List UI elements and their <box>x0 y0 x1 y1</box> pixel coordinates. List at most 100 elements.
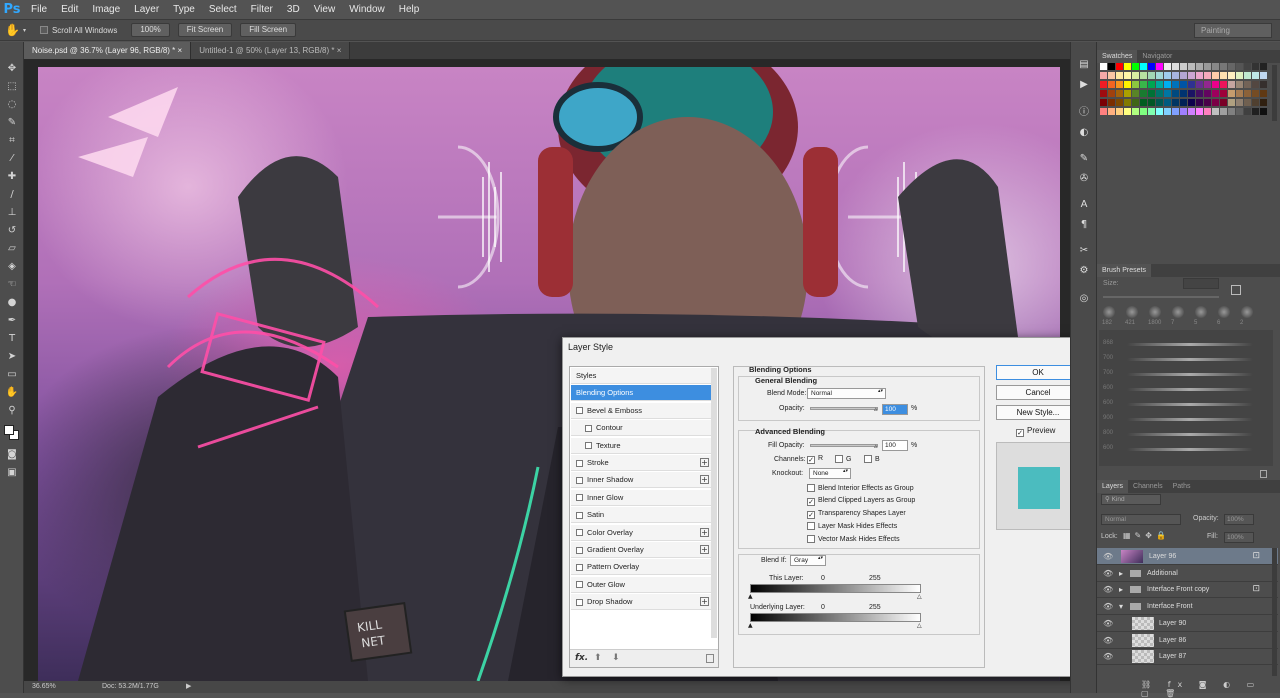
color-swatch[interactable] <box>1156 90 1163 97</box>
adjustments-icon[interactable]: ◐ <box>1077 126 1091 140</box>
color-swatch[interactable] <box>1108 108 1115 115</box>
tab-noise-psd[interactable]: Noise.psd @ 36.7% (Layer 96, RGB/8) * × <box>24 42 192 59</box>
tool-preset-dropdown-icon[interactable]: ▾ <box>23 27 26 34</box>
menu-edit[interactable]: Edit <box>54 0 85 19</box>
move-up-icon[interactable]: ⬆ <box>594 653 602 663</box>
add-style-icon[interactable]: + <box>700 527 709 537</box>
style-color-overlay[interactable]: Color Overlay + <box>571 524 711 541</box>
this-layer-gradient[interactable] <box>750 584 921 593</box>
color-swatch[interactable] <box>1220 72 1227 79</box>
add-style-icon[interactable]: + <box>700 458 709 467</box>
fill-opacity-slider-thumb[interactable]: ▵ <box>874 443 881 450</box>
color-swatch[interactable] <box>1140 72 1147 79</box>
lock-icons[interactable]: ▦✎✥🔒 <box>1123 531 1170 540</box>
color-swatch[interactable] <box>1260 81 1267 88</box>
layers-scrollbar[interactable] <box>1272 548 1277 676</box>
color-swatch[interactable] <box>1100 72 1107 79</box>
menu-help[interactable]: Help <box>392 0 427 19</box>
style-inner-shadow[interactable]: Inner Shadow + <box>571 472 711 489</box>
style-checkbox[interactable] <box>585 424 592 432</box>
eyedropper-tool-icon[interactable]: ⁄ <box>5 152 19 165</box>
menu-filter[interactable]: Filter <box>244 0 280 19</box>
menu-view[interactable]: View <box>307 0 343 19</box>
blend-mode-select[interactable]: Normal <box>807 388 886 399</box>
menu-window[interactable]: Window <box>342 0 392 19</box>
new-style-button[interactable]: New Style... <box>996 405 1080 420</box>
color-swatch[interactable] <box>1164 72 1171 79</box>
option-transparency-shapes-layer-checkbox[interactable]: ✓ Transparency Shapes Layer <box>807 510 906 519</box>
color-swatch[interactable] <box>1140 90 1147 97</box>
color-swatch[interactable] <box>1132 81 1139 88</box>
color-swatch[interactable] <box>1252 108 1259 115</box>
style-checkbox[interactable] <box>576 598 583 606</box>
swatches-scrollbar[interactable] <box>1272 65 1277 121</box>
color-swatch[interactable] <box>1100 90 1107 97</box>
clone-stamp-tool-icon[interactable]: ⊥ <box>5 206 19 219</box>
history-icon[interactable]: ▤ <box>1077 58 1091 72</box>
color-swatch[interactable] <box>1116 72 1123 79</box>
color-swatch[interactable] <box>1204 90 1211 97</box>
collapse-arrow-icon[interactable]: ▸ <box>1119 581 1123 598</box>
brush-new-icon[interactable] <box>1231 285 1241 295</box>
color-swatch[interactable] <box>1140 99 1147 106</box>
visibility-eye-icon[interactable]: 👁 <box>1103 548 1113 565</box>
color-swatch[interactable] <box>1100 99 1107 106</box>
brush-stroke-preview[interactable] <box>1127 433 1253 436</box>
swatch-grid[interactable] <box>1100 63 1268 121</box>
color-swatch[interactable] <box>1148 108 1155 115</box>
brush-stroke-preview[interactable] <box>1127 358 1253 361</box>
color-swatch[interactable] <box>1260 63 1267 70</box>
color-swatch[interactable] <box>1236 72 1243 79</box>
visibility-eye-icon[interactable]: 👁 <box>1103 632 1113 649</box>
tab-layers[interactable]: Layers <box>1097 480 1129 493</box>
color-swatch[interactable] <box>1148 63 1155 70</box>
color-swatch[interactable] <box>1140 108 1147 115</box>
color-swatch[interactable] <box>1116 63 1123 70</box>
knockout-select[interactable]: None <box>809 468 851 479</box>
color-swatch[interactable] <box>1124 108 1131 115</box>
pen-tool-icon[interactable]: ✒ <box>5 314 19 327</box>
color-swatch[interactable] <box>1204 63 1211 70</box>
brush-tip-preset[interactable] <box>1172 306 1184 318</box>
color-swatch[interactable] <box>1252 72 1259 79</box>
color-swatch[interactable] <box>1100 108 1107 115</box>
color-swatch[interactable] <box>1260 90 1267 97</box>
color-swatch[interactable] <box>1148 90 1155 97</box>
brush-size-slider[interactable] <box>1103 296 1219 298</box>
style-blending-options[interactable]: Blending Options <box>571 385 711 402</box>
add-style-icon[interactable]: + <box>700 545 709 554</box>
tab-swatches[interactable]: Swatches <box>1097 50 1138 63</box>
brush-stroke-preview[interactable] <box>1127 373 1253 376</box>
brush-tip-preset[interactable] <box>1126 306 1138 318</box>
style-checkbox[interactable] <box>585 442 592 450</box>
brush-tip-preset[interactable] <box>1241 306 1253 318</box>
color-swatch[interactable] <box>1260 72 1267 79</box>
styles-icon[interactable]: ⚙ <box>1077 264 1091 278</box>
fill-opacity-slider[interactable] <box>810 444 878 447</box>
color-swatch[interactable] <box>1116 90 1123 97</box>
fit-screen-button[interactable]: Fit Screen <box>177 23 233 37</box>
trash-icon[interactable] <box>706 654 714 663</box>
color-swatch[interactable] <box>1108 81 1115 88</box>
style-styles[interactable]: Styles <box>571 368 711 384</box>
screen-mode-icon[interactable]: ▣ <box>5 466 19 479</box>
color-swatch[interactable] <box>1196 108 1203 115</box>
cancel-button[interactable]: Cancel <box>996 385 1080 400</box>
color-swatch[interactable] <box>1132 63 1139 70</box>
fill-screen-button[interactable]: Fill Screen <box>240 23 297 37</box>
style-bevel-emboss[interactable]: Bevel & Emboss <box>571 402 711 419</box>
opacity-input[interactable]: 100 <box>882 404 908 415</box>
status-arrow-icon[interactable]: ▶ <box>186 681 191 693</box>
brush-stroke-preview[interactable] <box>1127 388 1253 391</box>
opacity-slider-thumb[interactable]: ▵ <box>874 406 881 413</box>
color-swatch[interactable] <box>1124 81 1131 88</box>
color-swatch[interactable] <box>1188 108 1195 115</box>
color-swatch[interactable] <box>1244 72 1251 79</box>
color-swatch[interactable] <box>1172 72 1179 79</box>
preview-checkbox[interactable]: ✓ Preview <box>1016 426 1055 437</box>
tab-brush-presets[interactable]: Brush Presets <box>1097 264 1151 277</box>
color-swatch[interactable] <box>1228 72 1235 79</box>
color-swatch[interactable] <box>1196 63 1203 70</box>
color-swatch[interactable] <box>1156 63 1163 70</box>
menu-select[interactable]: Select <box>202 0 244 19</box>
